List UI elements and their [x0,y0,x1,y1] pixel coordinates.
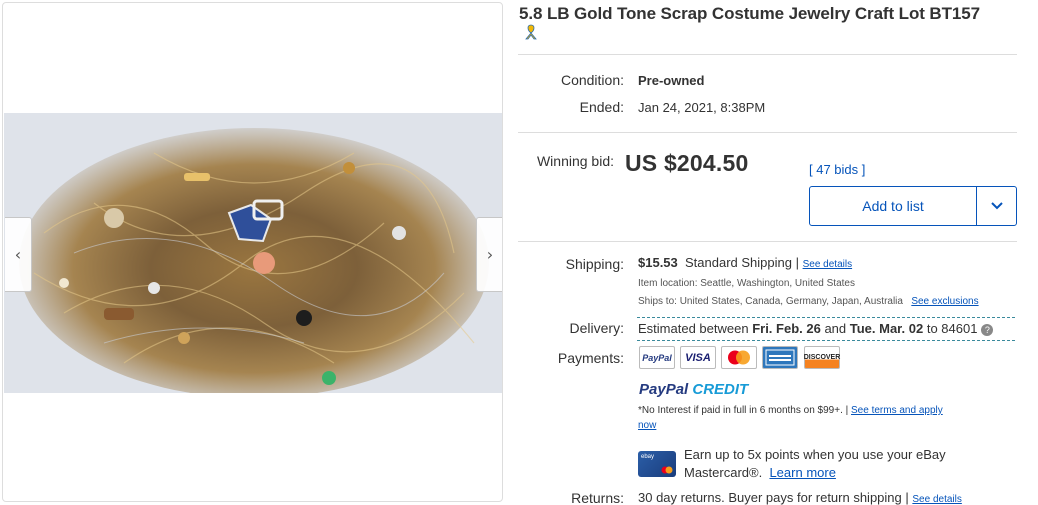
returns-label: Returns: [571,490,624,505]
divider [518,241,1017,242]
delivery-top-border [637,317,1015,318]
discover-icon: DISCOVER [804,346,840,369]
mastercard-mini-icon [661,466,673,474]
ships-to: Ships to: United States, Canada, Germany… [638,296,903,307]
paypal-credit-logo: PayPal CREDIT [639,381,748,398]
winning-bid-price: US $204.50 [625,150,749,176]
help-icon[interactable]: ? [981,323,994,336]
payments-label: Payments: [557,350,624,366]
item-location: Item location: Seattle, Washington, Unit… [638,278,855,289]
next-image-button[interactable]: › [476,217,502,292]
paypal-credit-brand: PayPal [639,381,689,398]
delivery-suffix: to 84601 [923,321,978,336]
listing-title: 5.8 LB Gold Tone Scrap Costume Jewelry C… [519,4,980,23]
card-ebay-mark: ebay [641,454,655,460]
ebay-mastercard-image: ebay [638,451,676,477]
ended-label: Ended: [579,99,624,115]
returns-details-link[interactable]: See details [912,494,961,505]
delivery-date-from: Fri. Feb. 26 [752,321,821,336]
add-to-list-control: Add to list [809,186,1017,226]
shipping-line: $15.53 Standard Shipping | See details [638,255,852,270]
bid-history-link[interactable]: [ 47 bids ] [809,162,865,177]
add-to-list-button[interactable]: Add to list [810,187,976,225]
credit-terms-line: *No Interest if paid in full in 6 months… [638,405,943,416]
card-promo-line1: Earn up to 5x points when you use your e… [684,447,946,462]
chevron-left-icon: ‹ [14,245,22,264]
returns-policy: 30 day returns. Buyer pays for return sh… [638,490,909,505]
ships-to-line: Ships to: United States, Canada, Germany… [638,296,979,307]
american-express-icon [762,346,798,369]
shipping-label: Shipping: [565,256,624,272]
awareness-ribbon-icon [525,24,537,43]
delivery-label: Delivery: [569,320,624,336]
condition-value: Pre-owned [638,73,705,88]
ended-value: Jan 24, 2021, 8:38PM [638,100,766,115]
jewelry-pile-image [4,113,502,393]
image-gallery: ‹ › [2,2,503,502]
divider [518,54,1017,55]
paypal-icon: PayPal [639,346,675,369]
terms-link-continued[interactable]: now [638,420,656,431]
returns-line: 30 day returns. Buyer pays for return sh… [638,490,962,505]
card-promo-brand: Mastercard®. [684,465,763,480]
delivery-estimate: Estimated between Fri. Feb. 26 and Tue. … [638,321,994,336]
item-photo[interactable] [4,113,502,393]
shipping-details-link[interactable]: See details [803,259,852,270]
shipping-method: Standard Shipping | [685,255,799,270]
credit-terms: *No Interest if paid in full in 6 months… [638,405,849,416]
shipping-cost: $15.53 [638,255,678,270]
previous-image-button[interactable]: ‹ [5,217,32,292]
add-to-list-dropdown-button[interactable] [976,187,1016,225]
condition-label: Condition: [560,72,624,88]
chevron-right-icon: › [486,245,494,264]
terms-link[interactable]: See terms and apply [851,405,943,416]
mastercard-icon [721,346,757,369]
item-details-panel: 5.8 LB Gold Tone Scrap Costume Jewelry C… [518,0,1018,505]
delivery-prefix: Estimated between [638,321,753,336]
delivery-date-to: Tue. Mar. 02 [849,321,924,336]
delivery-and: and [820,321,850,336]
visa-icon: VISA [680,346,716,369]
card-promo-line2: Mastercard®. Learn more [684,465,836,480]
winning-bid-label: Winning bid: [536,153,614,169]
paypal-credit-word: CREDIT [692,381,749,398]
learn-more-link[interactable]: Learn more [769,465,835,480]
exclusions-link[interactable]: See exclusions [911,296,978,307]
chevron-down-icon [990,202,1003,210]
divider [518,132,1017,133]
delivery-bottom-border [637,340,1015,341]
